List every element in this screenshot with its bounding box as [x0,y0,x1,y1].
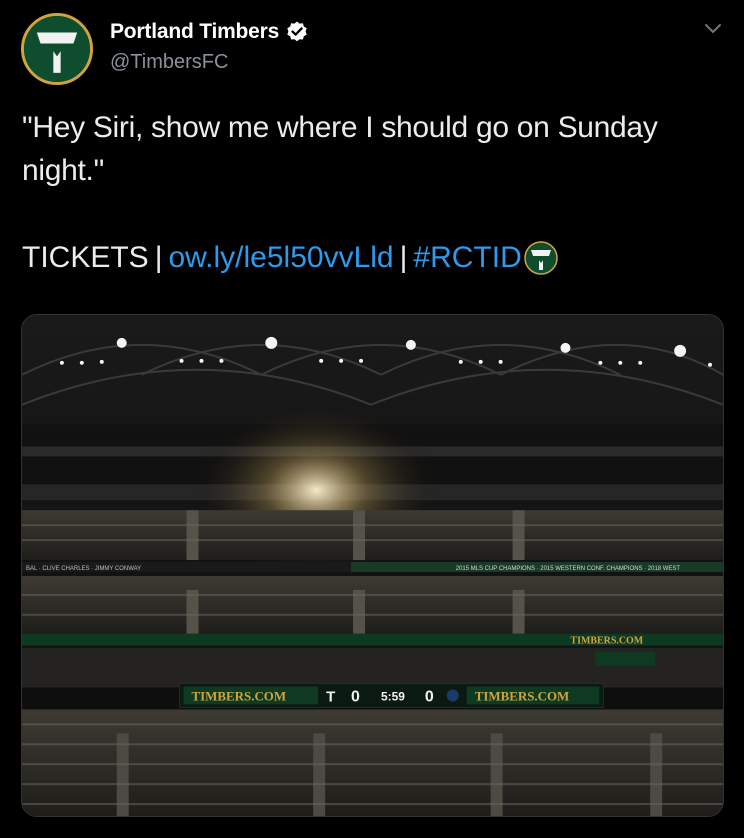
tweet-media-photo[interactable]: 2015 MLS CUP CHAMPIONS · 2015 WESTERN CO… [21,314,724,817]
scoreboard: TIMBERS.COM T 0 5:59 0 TIMBERS.COM [179,683,604,708]
tweet-text-line1: "Hey Siri, show me where I should go on … [22,111,658,144]
timbers-axe-logo-icon [24,16,90,82]
scoreboard-right-ad: TIMBERS.COM [475,688,570,703]
tweet-text-line2: night." [22,154,104,187]
ring-of-honor-banner: BAL · CLIVE CHARLES · JIMMY CONWAY [26,566,141,572]
ribbon-ad: TIMBERS.COM [570,636,643,647]
chevron-down-icon[interactable] [704,22,722,36]
separator-2: | [399,241,408,274]
separator: | [154,241,163,274]
home-score: 0 [351,688,360,705]
display-name[interactable]: Portland Timbers [110,20,279,44]
svg-text:T: T [326,688,335,705]
tweet: Portland Timbers @TimbersFC "Hey Siri, s… [0,0,744,838]
tickets-line: TICKETS | ow.ly/le5l50vvLld | #RCTID [22,236,558,279]
away-score: 0 [425,688,434,705]
scoreboard-left-ad: TIMBERS.COM [192,688,287,703]
timbers-axe-emoji-icon [524,240,558,275]
author-name-row: Portland Timbers [110,20,309,44]
hashtag-link[interactable]: #RCTID [413,236,521,279]
verified-badge-icon [287,21,307,42]
handle[interactable]: @TimbersFC [110,51,228,74]
honors-banner: 2015 MLS CUP CHAMPIONS · 2015 WESTERN CO… [456,566,681,572]
ticket-link[interactable]: ow.ly/le5l50vvLld [168,236,393,279]
stadium-photo: 2015 MLS CUP CHAMPIONS · 2015 WESTERN CO… [22,315,723,816]
match-clock: 5:59 [381,689,405,703]
avatar[interactable] [21,13,93,85]
tweet-text: "Hey Siri, show me where I should go on … [22,106,722,192]
tickets-label: TICKETS [22,241,149,274]
